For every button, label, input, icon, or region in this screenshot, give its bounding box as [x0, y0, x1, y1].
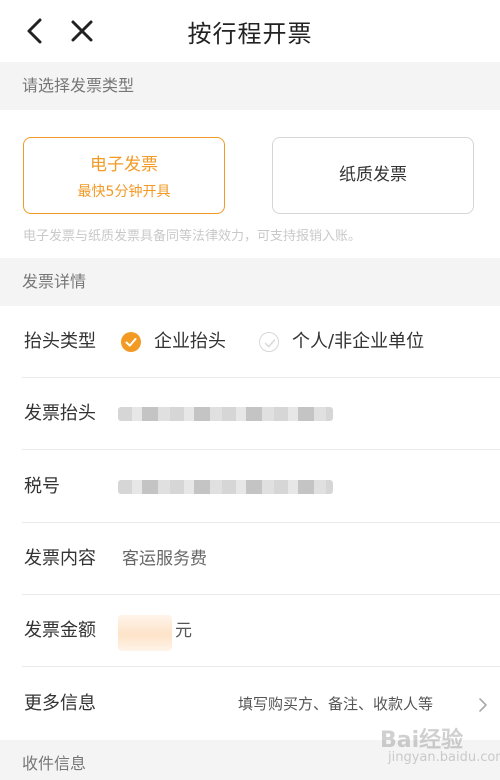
chevron-right-icon [479, 698, 487, 712]
row-divider [22, 449, 500, 450]
invoice-type-card: 电子发票 最快5分钟开具 纸质发票 电子发票与纸质发票具备同等法律效力，可支持报… [0, 110, 500, 258]
electronic-invoice-option[interactable]: 电子发票 最快5分钟开具 [23, 137, 225, 214]
more-info-label: 更多信息 [24, 693, 96, 714]
row-divider [22, 666, 500, 667]
invoice-title-label: 发票抬头 [24, 403, 96, 424]
nav-bar: 按行程开票 [0, 0, 500, 62]
title-type-label: 抬头类型 [24, 331, 96, 352]
details-section-label: 发票详情 [0, 258, 500, 306]
invoice-title-value-blurred[interactable] [118, 407, 333, 421]
tax-number-label: 税号 [24, 476, 60, 497]
invoice-amount-value-blurred [118, 615, 172, 651]
tax-number-row[interactable]: 税号 [0, 451, 500, 523]
invoice-content-row: 发票内容 客运服务费 [0, 523, 500, 595]
invoice-type-note: 电子发票与纸质发票具备同等法律效力，可支持报销入账。 [23, 229, 362, 244]
electronic-invoice-label: 电子发票 [90, 155, 158, 175]
electronic-invoice-sub: 最快5分钟开具 [77, 184, 171, 200]
invoice-amount-unit: 元 [175, 621, 192, 641]
title-type-row: 抬头类型 企业抬头 个人/非企业单位 [0, 306, 500, 378]
company-title-radio[interactable] [121, 332, 141, 352]
page-title: 按行程开票 [187, 20, 313, 48]
paper-invoice-option[interactable]: 纸质发票 [272, 137, 474, 214]
baidu-jingyan-watermark: Bai经验 jingyan.baidu.com [380, 722, 500, 765]
watermark-sub: jingyan.baidu.com [388, 750, 500, 765]
invoice-amount-label: 发票金额 [24, 620, 96, 641]
invoice-title-row[interactable]: 发票抬头 [0, 378, 500, 450]
invoice-type-section-label: 请选择发票类型 [0, 62, 500, 110]
tax-number-value-blurred[interactable] [118, 480, 333, 494]
company-title-label[interactable]: 企业抬头 [154, 306, 226, 378]
personal-title-radio[interactable] [259, 332, 279, 352]
paper-invoice-label: 纸质发票 [339, 165, 407, 185]
check-icon [125, 338, 137, 347]
check-icon [264, 339, 276, 348]
personal-title-label[interactable]: 个人/非企业单位 [292, 306, 424, 378]
invoice-amount-row: 发票金额 元 [0, 595, 500, 667]
invoice-details-card: 抬头类型 企业抬头 个人/非企业单位 发票抬头 税号 发票内容 客运服务费 发票… [0, 306, 500, 740]
invoice-content-value: 客运服务费 [122, 549, 207, 569]
invoice-content-label: 发票内容 [24, 548, 96, 569]
